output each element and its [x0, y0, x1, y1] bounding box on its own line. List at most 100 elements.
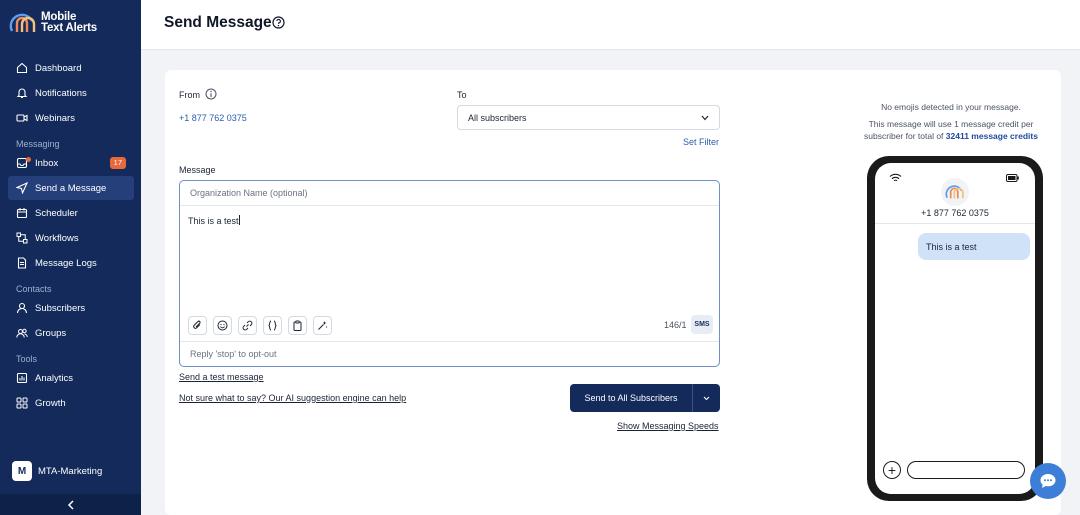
optout-footer: Reply 'stop' to opt-out — [180, 341, 719, 366]
org-name-input[interactable]: Organization Name (optional) — [180, 181, 719, 206]
recipient-select-value: All subscribers — [468, 112, 527, 123]
smiley-icon — [217, 320, 228, 331]
collapse-sidebar-button[interactable] — [0, 494, 141, 515]
ai-suggest-button[interactable] — [313, 316, 332, 335]
messaging-speeds-link[interactable]: Show Messaging Speeds — [617, 421, 719, 431]
emoji-note: No emojis detected in your message. — [881, 102, 1021, 112]
sidebar-item-scheduler[interactable]: Scheduler — [8, 201, 134, 225]
sidebar-item-label: Subscribers — [35, 302, 86, 314]
magic-wand-icon — [318, 321, 328, 330]
text-cursor — [238, 215, 240, 225]
message-textarea[interactable]: This is a test — [188, 215, 240, 226]
info-icon[interactable] — [205, 88, 217, 100]
user-icon — [16, 302, 28, 314]
sidebar-nav: Dashboard Notifications Webinars Messagi… — [8, 56, 134, 416]
unread-dot — [26, 157, 31, 162]
sidebar-item-label: Send a Message — [35, 182, 107, 194]
send-button[interactable]: Send to All Subscribers — [570, 384, 693, 412]
sidebar-item-analytics[interactable]: Analytics — [8, 366, 134, 390]
logo-icon — [9, 13, 36, 32]
sidebar-item-webinars[interactable]: Webinars — [8, 106, 134, 130]
character-counter: 146/1 — [664, 320, 687, 330]
page-title: Send Message — [164, 14, 272, 31]
home-icon — [16, 62, 28, 74]
workflow-icon — [16, 232, 28, 244]
document-icon — [17, 257, 27, 269]
page-header: Send Message — [141, 0, 1080, 50]
template-button[interactable] — [288, 316, 307, 335]
from-number-link[interactable]: +1 877 762 0375 — [179, 113, 247, 123]
recipient-select[interactable]: All subscribers — [457, 105, 720, 130]
sidebar-item-groups[interactable]: Groups — [8, 321, 134, 345]
section-contacts: Contacts — [16, 284, 52, 294]
merge-tag-button[interactable] — [263, 316, 282, 335]
wifi-icon — [889, 173, 902, 182]
phone-input-field — [907, 461, 1025, 479]
sidebar-item-label: Inbox — [35, 157, 59, 169]
chat-support-button[interactable] — [1030, 463, 1066, 499]
phone-header: +1 877 762 0375 — [875, 163, 1035, 224]
account-switcher[interactable]: M MTA-Marketing — [12, 461, 102, 481]
account-name: MTA-Marketing — [38, 465, 103, 477]
set-filter-link[interactable]: Set Filter — [683, 137, 719, 147]
app-logo[interactable]: Mobile Text Alerts — [9, 11, 97, 34]
sidebar-item-label: Growth — [35, 397, 66, 409]
message-composer: Organization Name (optional) This is a t… — [179, 180, 720, 367]
curly-braces-icon — [268, 320, 277, 331]
compose-card: From +1 877 762 0375 To All subscribers … — [165, 70, 1061, 515]
link-button[interactable] — [238, 316, 257, 335]
sidebar-item-workflows[interactable]: Workflows — [8, 226, 134, 250]
logo-line2: Text Alerts — [41, 22, 97, 34]
attach-button[interactable] — [188, 316, 207, 335]
grid-icon — [16, 397, 28, 409]
sidebar-item-label: Webinars — [35, 112, 75, 124]
section-tools: Tools — [16, 354, 38, 364]
credit-note: This message will use 1 message credit p… — [855, 118, 1047, 142]
help-icon[interactable] — [272, 16, 285, 29]
group-icon — [16, 328, 28, 338]
send-button-group: Send to All Subscribers — [570, 384, 720, 412]
send-icon — [16, 182, 28, 194]
from-label: From — [179, 90, 200, 100]
sidebar-item-growth[interactable]: Growth — [8, 391, 134, 415]
sidebar-item-label: Groups — [35, 327, 67, 339]
sidebar-item-label: Dashboard — [35, 62, 82, 74]
sidebar-item-label: Workflows — [35, 232, 79, 244]
sms-type-badge: SMS — [691, 315, 713, 334]
message-text: This is a test — [188, 216, 239, 226]
sender-avatar — [941, 178, 969, 206]
sidebar-item-inbox[interactable]: Inbox 17 — [8, 151, 134, 175]
chevron-down-icon — [703, 396, 710, 400]
sidebar-item-label: Message Logs — [35, 257, 97, 269]
bell-icon — [16, 88, 28, 99]
composer-toolbar — [188, 316, 338, 335]
to-label: To — [457, 90, 467, 100]
link-icon — [242, 320, 253, 331]
message-bubble: This is a test — [918, 233, 1030, 260]
video-icon — [16, 114, 28, 122]
credit-total: 32411 message credits — [945, 131, 1038, 141]
battery-icon — [1006, 174, 1019, 182]
sidebar-item-label: Notifications — [35, 87, 87, 99]
phone-sender-number: +1 877 762 0375 — [921, 208, 989, 218]
brand-logo-icon — [945, 185, 964, 199]
sidebar-item-dashboard[interactable]: Dashboard — [8, 56, 134, 80]
chart-icon — [16, 372, 28, 384]
inbox-badge: 17 — [109, 157, 126, 169]
sidebar-item-message-logs[interactable]: Message Logs — [8, 251, 134, 275]
send-options-button[interactable] — [693, 384, 720, 412]
section-messaging: Messaging — [16, 139, 60, 149]
sidebar: Mobile Text Alerts Dashboard Notificatio… — [0, 0, 141, 515]
phone-screen: +1 877 762 0375 This is a test + — [875, 163, 1035, 494]
sidebar-item-notifications[interactable]: Notifications — [8, 81, 134, 105]
chevron-left-icon — [67, 499, 74, 510]
send-test-link[interactable]: Send a test message — [179, 372, 264, 382]
paperclip-icon — [193, 320, 201, 329]
chevron-down-icon — [701, 115, 709, 121]
emoji-button[interactable] — [213, 316, 232, 335]
sidebar-item-subscribers[interactable]: Subscribers — [8, 296, 134, 320]
avatar: M — [12, 461, 32, 481]
clipboard-icon — [293, 320, 302, 331]
sidebar-item-send-a-message[interactable]: Send a Message — [8, 176, 134, 200]
ai-suggestion-link[interactable]: Not sure what to say? Our AI suggestion … — [179, 393, 406, 403]
